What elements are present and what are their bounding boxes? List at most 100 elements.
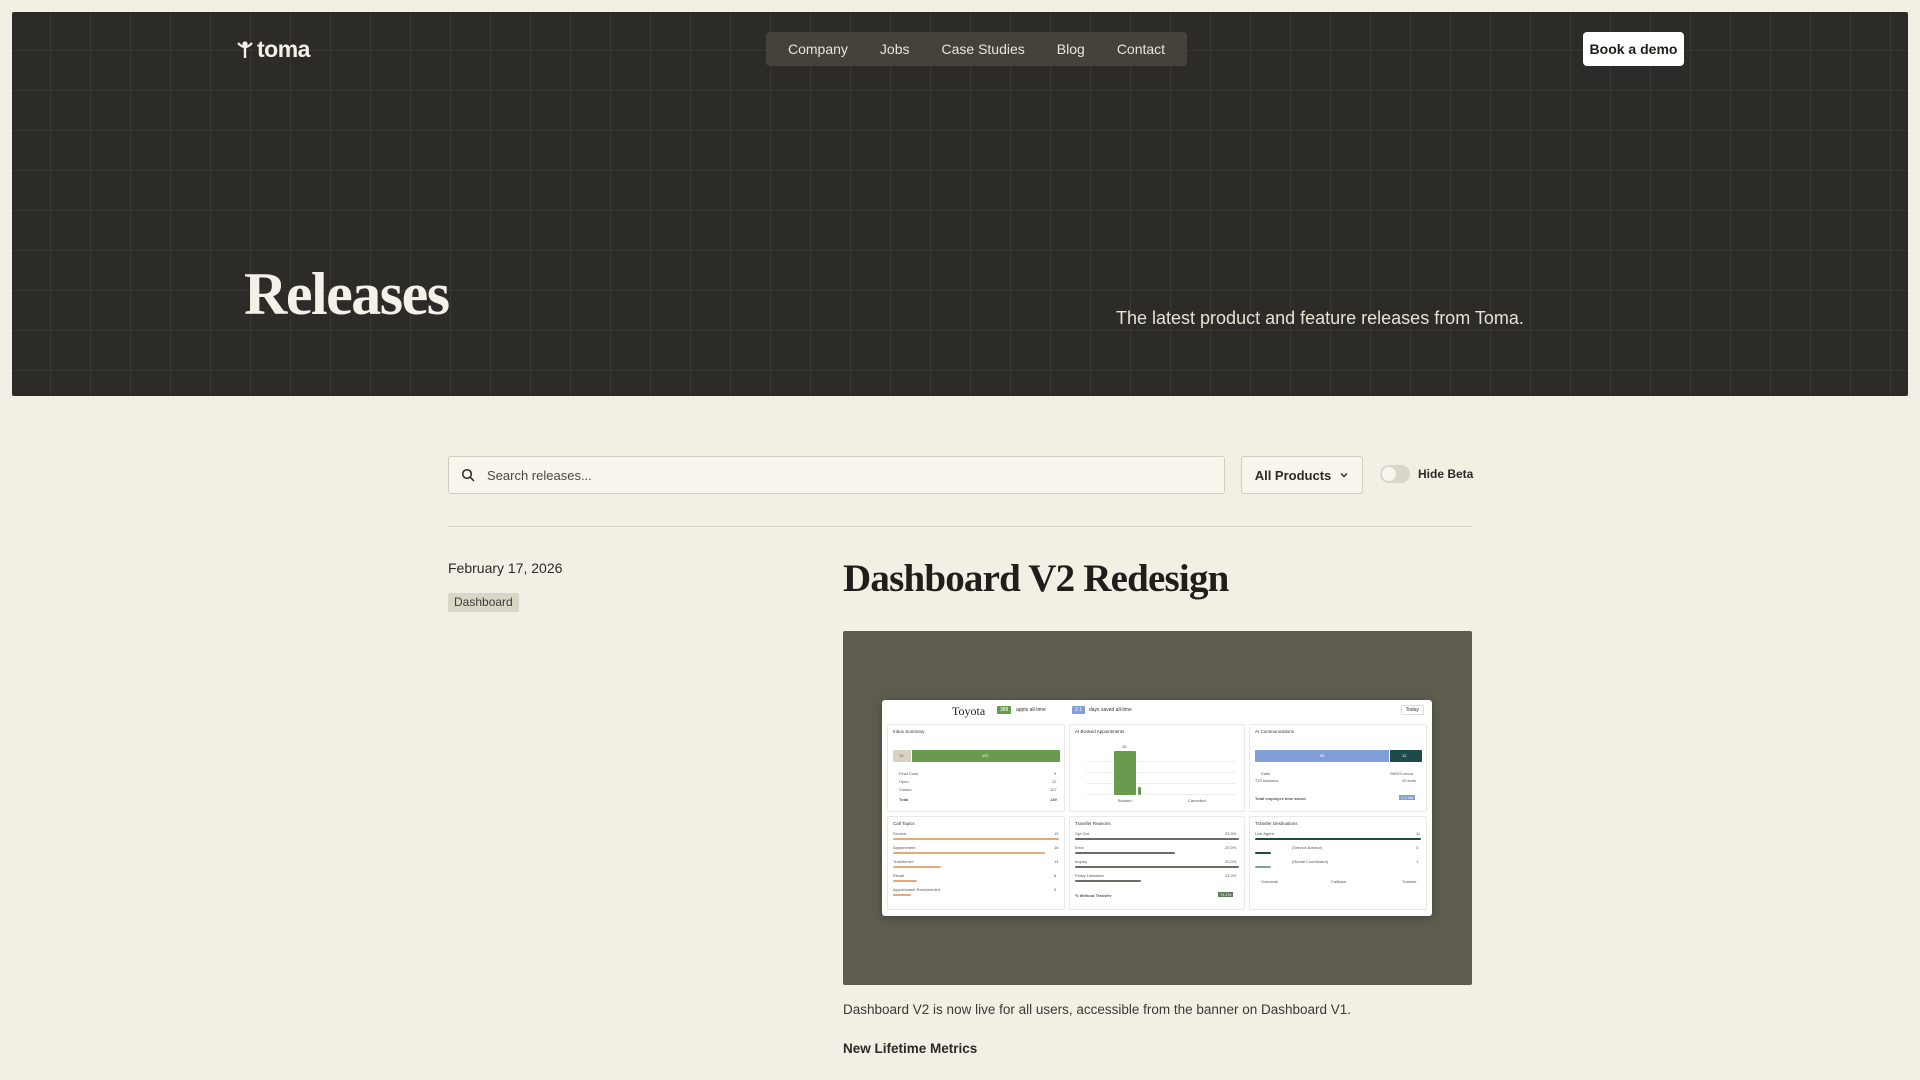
release-subheading: New Lifetime Metrics [843,1041,978,1056]
topic-1-bar [893,838,1059,840]
days-pill-text: days saved all-time [1089,707,1132,713]
reason-2-value: 20.0% [1225,845,1237,850]
destination-3: (Rental Coordinator) [1292,859,1329,864]
inbox-value-3: 127 [1050,787,1057,792]
today-button: Today [1400,705,1424,715]
inbox-bar-left-value: 12 [899,753,904,758]
destination-2: (Service Advisor) [1292,845,1323,850]
destination-3-value: 1 [1416,859,1419,864]
comm-legend-2: SMS/Convos [1390,771,1414,776]
reason-4-value: 13.3% [1225,873,1237,878]
reasons-footer: % Without Transfer [1075,893,1112,898]
inbox-value-2: 12 [1052,779,1057,784]
release-tag[interactable]: Dashboard [448,593,519,612]
destination-2-value: 3 [1416,845,1419,850]
dest-legend-2: Callback [1331,879,1347,884]
nav-blog[interactable]: Blog [1041,41,1101,57]
comm-sub-2: 42 texts [1402,778,1417,783]
nav-company[interactable]: Company [772,41,864,57]
appointments-bar-cancelled [1138,787,1141,795]
inbox-legend-3: Closed [899,787,912,792]
topic-3-value: 14 [1054,859,1059,864]
comm-sub-1: 722 sessions [1255,778,1279,783]
destinations-card: Transfer Destinations Live Agent 11 (Ser… [1249,816,1427,910]
divider [448,526,1472,527]
destination-2-bar [1255,852,1271,854]
inbox-legend-4: Total [899,797,909,802]
topics-card: Call Topics Service 19 Appointment 16 Tr… [887,816,1065,910]
topic-1: Service [893,831,907,836]
destination-1-value: 11 [1416,831,1421,836]
appts-pill: 388 [997,706,1012,714]
topic-5-value: 5 [1054,887,1057,892]
topic-2-bar [893,852,1045,854]
inbox-value-4: 139 [1050,797,1057,802]
inbox-card: Inbox Summary 12 107 Final Cons 9 Open 1… [887,724,1065,812]
search-icon [461,468,475,482]
comm-footer: Total employee time saved [1255,796,1306,801]
nav-case-studies[interactable]: Case Studies [926,41,1041,57]
reason-2-bar [1075,852,1175,854]
destination-1: Live Agent [1255,831,1274,836]
appointments-label-booked: Booked [1118,798,1132,803]
product-select-value: All Products [1254,467,1332,483]
toggle-knob [1382,467,1396,481]
logo-text: toma [257,35,310,62]
release-description: Dashboard V2 is now live for all users, … [843,1002,1352,1017]
reason-3-bar [1075,866,1239,868]
reasons-badge: 71.1% [1218,892,1234,897]
reason-1-value: 33.3% [1225,831,1237,836]
reasons-card: Transfer Reasons Opt Out 33.3% Error 20.… [1069,816,1245,910]
reason-4-bar [1075,880,1141,882]
appts-pill-text: appts all-time [1016,707,1046,713]
inbox-legend-1: Final Cons [899,771,919,776]
topics-title: Call Topics [893,821,915,826]
topic-4: Recall [893,873,905,878]
topic-3-bar [893,866,941,868]
product-select[interactable]: All Products [1241,456,1363,494]
release-screenshot: Toyota 388 appts all-time 2.1 days saved… [843,631,1472,985]
topic-4-bar [893,880,917,882]
topic-2: Appointment [893,845,916,850]
comm-bar-left-value: 55 [1320,753,1325,758]
inbox-legend-2: Open [899,779,909,784]
reasons-title: Transfer Reasons [1075,821,1111,826]
dest-legend-1: Voicemail [1261,879,1279,884]
release-date: February 17, 2026 [448,560,563,576]
comm-legend-1: Calls [1261,771,1270,776]
search-box[interactable] [448,456,1225,494]
topic-3: Transferred [893,859,914,864]
appointments-label-cancelled: Cancelled [1188,798,1206,803]
comm-badge: 2.1 hrs [1399,795,1416,800]
toma-logo-icon [237,41,253,58]
reason-1: Opt Out [1075,831,1090,836]
reason-3-value: 20.0% [1225,859,1237,864]
search-input[interactable] [487,467,1187,483]
topic-4-value: 6 [1054,873,1057,878]
appointments-grid [1086,751,1236,795]
communications-title: AI Communications [1255,729,1295,734]
nav-contact[interactable]: Contact [1101,41,1181,57]
toma-logo[interactable]: toma [237,36,310,62]
main-nav: Company Jobs Case Studies Blog Contact [766,32,1188,66]
dashboard-brand: Toyota [952,704,986,718]
hide-beta-toggle[interactable]: Hide Beta [1380,465,1473,483]
destination-3-bar [1255,866,1271,868]
toggle-switch[interactable] [1380,465,1410,483]
dest-legend-3: Transfer [1402,879,1417,884]
nav-jobs[interactable]: Jobs [864,41,926,57]
appointments-peak: 28 [1122,744,1127,749]
book-demo-button[interactable]: Book a demo [1583,32,1684,66]
page-subtitle: The latest product and feature releases … [1116,308,1524,328]
destination-1-bar [1255,838,1421,840]
comm-bar-right-value: 12 [1402,753,1407,758]
reason-3: Inquiry [1075,859,1088,864]
inbox-bar-right-value: 107 [982,753,989,758]
topic-1-value: 19 [1054,831,1059,836]
reason-4: Policy Limitation [1075,873,1104,878]
days-pill: 2.1 [1072,706,1085,714]
reason-2: Error [1075,845,1084,850]
inbox-value-1: 9 [1054,771,1057,776]
dashboard-preview: Toyota 388 appts all-time 2.1 days saved… [882,700,1432,916]
chevron-down-icon [1340,473,1348,478]
